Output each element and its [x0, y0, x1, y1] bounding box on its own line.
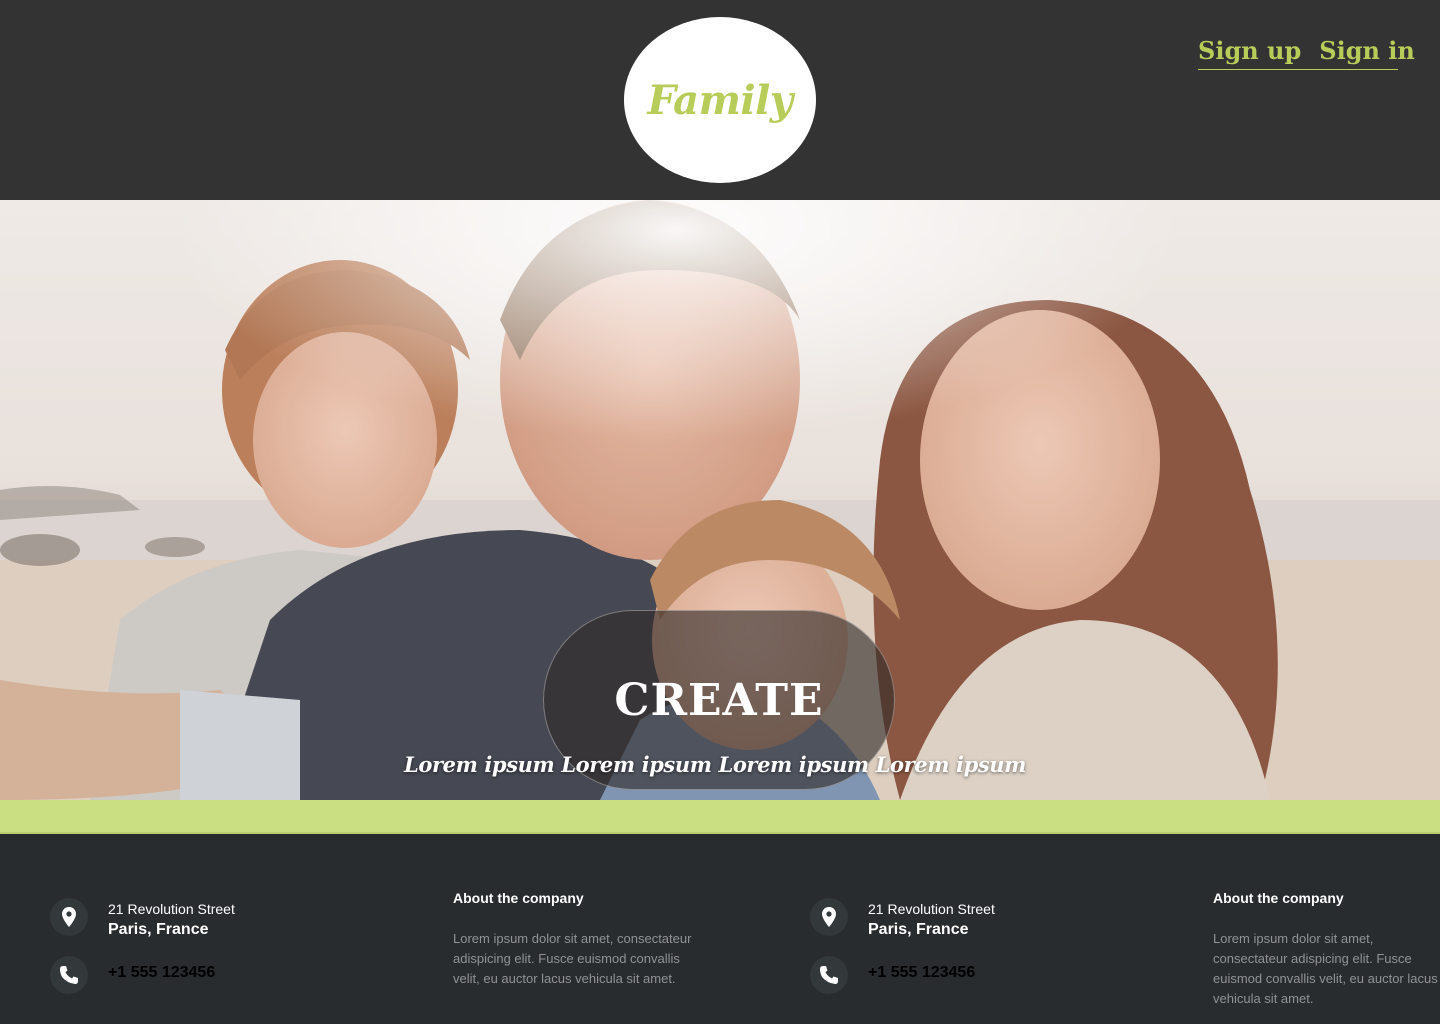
phone-row: +1 555 123456 [810, 956, 1140, 1014]
sign-in-link[interactable]: Sign in [1319, 36, 1415, 69]
phone-icon [810, 956, 848, 994]
phone-row: +1 555 123456 [50, 956, 380, 1014]
about-title: About the company [1213, 890, 1344, 906]
site-header: Family Sign up Sign in [0, 0, 1440, 200]
hero-section: CREATE Lorem ipsum Lorem ipsum Lorem ips… [0, 200, 1440, 800]
street-address: 21 Revolution Street [108, 901, 235, 917]
address-text: 21 Revolution Street Paris, France [868, 898, 995, 942]
about-text: Lorem ipsum dolor sit amet, consectateur… [453, 931, 692, 986]
site-footer: 21 Revolution Street Paris, France +1 55… [0, 834, 1440, 1024]
city-address: Paris, France [108, 921, 209, 938]
city-address: Paris, France [868, 921, 969, 938]
phone-number[interactable]: +1 555 123456 [868, 956, 975, 988]
street-address: 21 Revolution Street [868, 901, 995, 917]
phone-number[interactable]: +1 555 123456 [108, 956, 215, 988]
about-column: About the company Lorem ipsum dolor sit … [453, 890, 693, 989]
contact-column: 21 Revolution Street Paris, France +1 55… [810, 898, 1140, 1014]
create-button-label: CREATE [614, 674, 824, 726]
auth-nav: Sign up Sign in [1198, 36, 1415, 70]
contact-column: 21 Revolution Street Paris, France +1 55… [50, 898, 380, 1014]
about-text: Lorem ipsum dolor sit amet, consectateur… [1213, 931, 1438, 1006]
about-title: About the company [453, 890, 584, 906]
map-pin-icon [50, 898, 88, 936]
address-row: 21 Revolution Street Paris, France [810, 898, 1140, 956]
about-column: About the company Lorem ipsum dolor sit … [1213, 890, 1438, 1009]
hero-tagline: Lorem ipsum Lorem ipsum Lorem ipsum Lore… [404, 752, 1026, 777]
accent-divider [0, 800, 1440, 834]
phone-icon [50, 956, 88, 994]
sign-up-link[interactable]: Sign up [1198, 36, 1301, 69]
family-logo[interactable]: Family [624, 17, 816, 183]
address-row: 21 Revolution Street Paris, France [50, 898, 380, 956]
map-pin-icon [810, 898, 848, 936]
address-text: 21 Revolution Street Paris, France [108, 898, 235, 942]
logo-text: Family [647, 76, 793, 124]
